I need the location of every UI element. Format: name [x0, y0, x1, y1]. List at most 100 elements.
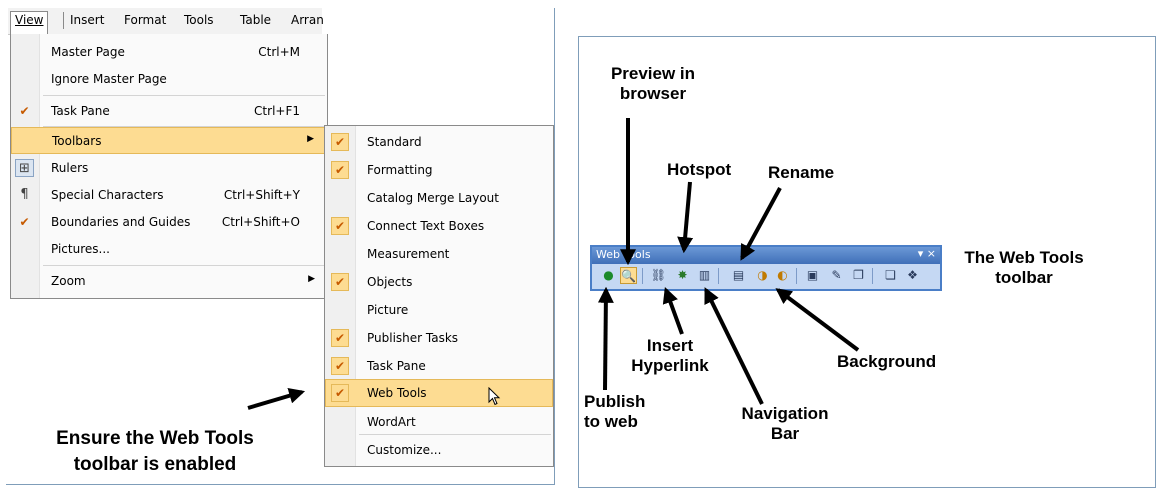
label-insert-hyperlink: Insert Hyperlink	[620, 336, 720, 376]
submenu-item-label: Formatting	[367, 163, 433, 177]
checkmark-icon: ✔	[331, 217, 349, 235]
checkmark-icon: ✔	[331, 161, 349, 179]
menu-item-shortcut: Ctrl+F1	[254, 104, 300, 118]
menu-item-label: Special Characters	[51, 188, 164, 202]
pilcrow-icon: ¶	[20, 187, 29, 202]
mouse-cursor-icon	[488, 387, 501, 406]
menu-item-shortcut: Ctrl+Shift+Y	[223, 188, 300, 202]
submenu-arrow-icon: ▶	[308, 274, 315, 284]
label-web-tools-toolbar: The Web Tools toolbar	[944, 248, 1104, 288]
label-line: Preview in	[610, 64, 696, 83]
web-page-options-icon[interactable]: ◑	[754, 267, 771, 284]
menu-arrange[interactable]: Arran	[291, 13, 324, 27]
menu-item-ignore-master-page[interactable]: Ignore Master Page	[11, 66, 327, 93]
menu-item-shortcut: Ctrl+Shift+O	[221, 215, 300, 229]
menu-item-special-characters[interactable]: ¶ Special Characters Ctrl+Shift+Y	[11, 182, 327, 209]
background-icon[interactable]: ◐	[774, 267, 791, 284]
menu-item-pictures[interactable]: Pictures...	[11, 236, 327, 263]
label-line: to web	[584, 412, 638, 431]
web-tools-toolbar[interactable]: Web Tools ▾ × ● 🔍 ⛓ ✸ ▥ ▤ ◑ ◐ ▣ ✎ ❐ ❏ ❖	[590, 245, 942, 291]
submenu-item-task-pane[interactable]: ✔ Task Pane	[325, 352, 553, 380]
label-line: Bar	[770, 424, 800, 443]
label-navigation-bar: Navigation Bar	[730, 404, 840, 444]
menu-item-label: Pictures...	[51, 242, 110, 256]
label-line: toolbar	[995, 268, 1053, 287]
submenu-item-customize[interactable]: Customize...	[325, 436, 553, 464]
submenu-item-measurement[interactable]: Measurement	[325, 240, 553, 268]
submenu-item-label: Catalog Merge Layout	[367, 191, 499, 205]
submenu-item-label: Objects	[367, 275, 413, 289]
toolbar-title: Web Tools	[596, 248, 651, 261]
submenu-item-standard[interactable]: ✔ Standard	[325, 128, 553, 156]
label-preview-in-browser: Preview in browser	[598, 64, 708, 104]
hotspot-icon[interactable]: ✸	[674, 267, 691, 284]
menu-item-task-pane[interactable]: ✔ Task Pane Ctrl+F1	[11, 98, 327, 125]
menu-item-shortcut: Ctrl+M	[258, 45, 300, 59]
navigation-bar-icon[interactable]: ▥	[696, 267, 713, 284]
toolbars-submenu: ✔ Standard ✔ Formatting Catalog Merge La…	[324, 125, 554, 467]
insert-hyperlink-icon[interactable]: ⛓	[650, 267, 667, 284]
html-code-icon[interactable]: ✎	[828, 267, 845, 284]
menu-tools[interactable]: Tools	[184, 13, 214, 27]
publish-to-web-icon[interactable]: ●	[600, 267, 617, 284]
checkmark-icon: ✔	[331, 133, 349, 151]
label-line: The Web Tools	[964, 248, 1084, 267]
menu-view[interactable]: View	[10, 11, 49, 34]
menu-item-label: Toolbars	[52, 134, 102, 148]
design-checker-icon[interactable]: ❖	[904, 267, 921, 284]
submenu-item-catalog-merge-layout[interactable]: Catalog Merge Layout	[325, 184, 553, 212]
label-hotspot: Hotspot	[667, 160, 732, 179]
label-rename: Rename	[768, 163, 835, 182]
checkmark-icon: ✔	[331, 329, 349, 347]
toolbar-separator	[718, 268, 719, 284]
callout-line: toolbar is enabled	[73, 454, 237, 475]
toolbar-controls[interactable]: ▾ ×	[918, 247, 936, 260]
menu-bar: View Insert Format Tools Table Arran	[8, 8, 324, 35]
preview-in-browser-icon[interactable]: 🔍	[620, 267, 637, 284]
submenu-item-label: Measurement	[367, 247, 450, 261]
menu-item-boundaries-and-guides[interactable]: ✔ Boundaries and Guides Ctrl+Shift+O	[11, 209, 327, 236]
submenu-item-label: Task Pane	[367, 359, 426, 373]
toolbar-title-bar[interactable]: Web Tools ▾ ×	[592, 247, 940, 264]
menu-separator	[63, 12, 64, 29]
submenu-item-picture[interactable]: Picture	[325, 296, 553, 324]
menu-item-rulers[interactable]: ⊞ Rulers	[11, 155, 327, 182]
toolbar-buttons: ● 🔍 ⛓ ✸ ▥ ▤ ◑ ◐ ▣ ✎ ❐ ❏ ❖	[594, 266, 934, 288]
submenu-item-formatting[interactable]: ✔ Formatting	[325, 156, 553, 184]
label-line: Navigation	[741, 404, 829, 423]
menu-format[interactable]: Format	[124, 13, 166, 27]
checkmark-icon: ✔	[331, 357, 349, 375]
label-publish-to-web: Publish to web	[584, 392, 645, 432]
submenu-item-publisher-tasks[interactable]: ✔ Publisher Tasks	[325, 324, 553, 352]
toolbar-separator	[642, 268, 643, 284]
submenu-item-web-tools[interactable]: ✔ Web Tools	[325, 379, 553, 407]
form-control-icon[interactable]: ▣	[804, 267, 821, 284]
submenu-item-label: Standard	[367, 135, 422, 149]
submenu-item-label: Customize...	[367, 443, 442, 457]
menu-item-zoom[interactable]: Zoom ▶	[11, 268, 327, 295]
menu-divider	[43, 95, 325, 96]
checkmark-icon: ✔	[331, 273, 349, 291]
insert-page-icon[interactable]: ❐	[850, 267, 867, 284]
web-site-options-icon[interactable]: ❏	[882, 267, 899, 284]
submenu-item-connect-text-boxes[interactable]: ✔ Connect Text Boxes	[325, 212, 553, 240]
menu-item-master-page[interactable]: Master Page Ctrl+M	[11, 39, 327, 66]
menu-item-label: Task Pane	[51, 104, 110, 118]
label-line: Publish	[584, 392, 646, 411]
menu-insert[interactable]: Insert	[70, 13, 104, 27]
submenu-arrow-icon: ▶	[307, 134, 314, 144]
label-line: browser	[619, 84, 687, 103]
callout-line: Ensure the Web Tools	[56, 428, 254, 449]
menu-table[interactable]: Table	[240, 13, 271, 27]
rulers-icon: ⊞	[15, 159, 34, 177]
submenu-item-objects[interactable]: ✔ Objects	[325, 268, 553, 296]
rename-icon[interactable]: ▤	[730, 267, 747, 284]
menu-item-label: Zoom	[51, 274, 86, 288]
menu-item-label: Master Page	[51, 45, 125, 59]
checkmark-icon: ✔	[331, 384, 349, 402]
submenu-item-wordart[interactable]: WordArt	[325, 408, 553, 436]
menu-divider	[359, 434, 551, 435]
submenu-item-label: Web Tools	[367, 386, 427, 400]
menu-item-toolbars[interactable]: Toolbars ▶	[11, 127, 327, 154]
submenu-item-label: Connect Text Boxes	[367, 219, 485, 233]
